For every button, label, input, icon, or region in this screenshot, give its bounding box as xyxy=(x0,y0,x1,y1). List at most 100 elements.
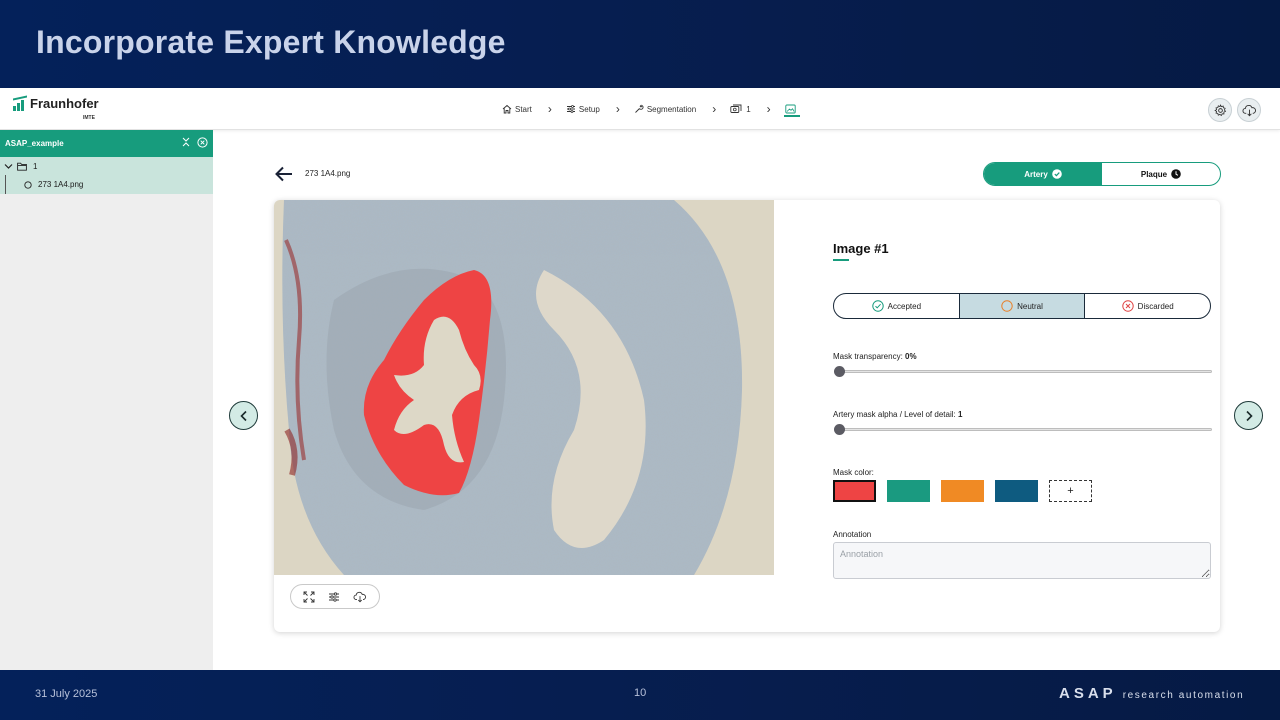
chevron-left-icon xyxy=(239,410,247,421)
app-topbar: Fraunhofer IMTE Start › Setup › Segmenta… xyxy=(0,88,1280,130)
close-circle-icon[interactable] xyxy=(197,137,208,148)
step-start[interactable]: Start xyxy=(502,88,532,130)
tree-file-label: 273 1A4.png xyxy=(38,180,84,189)
mask-transparency-slider[interactable] xyxy=(834,366,1212,378)
logo-subtitle: IMTE xyxy=(83,115,95,121)
cloud-download-icon xyxy=(1242,104,1256,116)
check-circle-icon xyxy=(1051,169,1062,179)
mask-transparency-value: 0% xyxy=(905,352,917,361)
status-accepted[interactable]: Accepted xyxy=(834,294,959,318)
stack-icon xyxy=(730,104,742,113)
toggle-plaque-label: Plaque xyxy=(1140,169,1168,179)
project-sidebar: ASAP_example 1 273 1A4.png xyxy=(0,130,213,670)
status-neutral-label: Neutral xyxy=(1017,301,1043,311)
fraunhofer-logo[interactable]: Fraunhofer xyxy=(13,95,99,111)
workflow-steps: Start › Setup › Segmentation › 1 › xyxy=(502,88,800,130)
slider-thumb[interactable] xyxy=(834,366,845,377)
settings-button[interactable] xyxy=(1208,98,1232,122)
microscopy-image[interactable] xyxy=(274,200,774,575)
tree-file-item[interactable]: 273 1A4.png xyxy=(0,175,213,194)
artery-alpha-label: Artery mask alpha / Level of detail: 1 xyxy=(833,410,962,419)
logo-name: Fraunhofer xyxy=(30,96,99,111)
mask-color-label: Mask color: xyxy=(833,468,874,477)
status-discarded[interactable]: Discarded xyxy=(1084,294,1210,318)
add-color-button[interactable]: + xyxy=(1049,480,1092,502)
fit-screen-icon[interactable] xyxy=(303,591,315,603)
step-segmentation[interactable]: Segmentation xyxy=(634,88,696,130)
artery-alpha-text: Artery mask alpha / Level of detail: xyxy=(833,410,958,419)
tree-folder-label: 1 xyxy=(33,161,38,171)
chevron-right-icon: › xyxy=(615,102,620,116)
mask-transparency-label: Mask transparency: 0% xyxy=(833,352,917,361)
artery-alpha-value: 1 xyxy=(957,410,963,419)
download-button[interactable] xyxy=(1237,98,1261,122)
circle-icon xyxy=(24,180,32,189)
image-toolbar xyxy=(290,584,380,609)
step-image-view[interactable] xyxy=(783,88,800,130)
step-setup-label: Setup xyxy=(578,104,600,114)
status-selector: Accepted Neutral Discarded xyxy=(833,293,1211,319)
arrow-left-icon xyxy=(275,166,292,182)
x-circle-icon xyxy=(1121,300,1134,312)
step-folder-1[interactable]: 1 xyxy=(730,88,751,130)
step-setup[interactable]: Setup xyxy=(566,88,600,130)
folder-icon xyxy=(17,162,27,171)
current-filename: 273 1A4.png xyxy=(305,169,351,178)
status-discarded-label: Discarded xyxy=(1137,301,1174,311)
slider-thumb[interactable] xyxy=(834,424,845,435)
status-neutral[interactable]: Neutral xyxy=(958,294,1085,318)
check-circle-icon xyxy=(871,300,884,312)
sliders-icon xyxy=(566,105,575,113)
fraunhofer-logo-icon xyxy=(13,95,27,111)
mask-transparency-text: Mask transparency: xyxy=(833,352,906,361)
asap-brand-logo: ASAP research automation xyxy=(1059,685,1244,702)
slide-title: Incorporate Expert Knowledge xyxy=(36,24,506,60)
wrench-icon xyxy=(634,104,644,113)
slider-track xyxy=(838,370,1212,373)
step-segmentation-label: Segmentation xyxy=(646,104,697,114)
project-header[interactable]: ASAP_example xyxy=(0,130,213,157)
chevron-right-icon xyxy=(1245,410,1253,421)
circle-icon xyxy=(1001,300,1013,312)
cloud-download-icon[interactable] xyxy=(353,591,367,603)
chevron-right-icon: › xyxy=(712,102,717,116)
slider-track xyxy=(838,428,1212,431)
tissue-section-image xyxy=(274,200,774,575)
chevron-right-icon: › xyxy=(547,102,552,116)
tree-folder-1[interactable]: 1 xyxy=(0,157,213,175)
image-icon xyxy=(784,104,796,114)
step-folder-label: 1 xyxy=(746,104,751,114)
color-swatch-blue[interactable] xyxy=(995,480,1038,502)
annotation-input[interactable] xyxy=(833,542,1211,579)
chevron-right-icon: › xyxy=(766,102,771,116)
back-button[interactable] xyxy=(274,165,294,188)
toggle-artery-label: Artery xyxy=(1024,169,1048,179)
color-swatch-orange[interactable] xyxy=(941,480,984,502)
next-image-button[interactable] xyxy=(1234,401,1263,430)
brand-main: ASAP xyxy=(1059,685,1117,702)
slide-date: 31 July 2025 xyxy=(35,688,98,700)
slide-header: Incorporate Expert Knowledge xyxy=(0,0,1280,88)
previous-image-button[interactable] xyxy=(229,401,258,430)
brand-sub: research automation xyxy=(1122,690,1245,701)
color-swatch-red[interactable] xyxy=(833,480,876,502)
mask-type-toggle: Artery Plaque xyxy=(983,162,1221,186)
gear-icon xyxy=(1213,103,1226,116)
toggle-artery[interactable]: Artery xyxy=(984,163,1102,185)
mask-color-swatches: + xyxy=(833,480,1092,502)
collapse-icon[interactable] xyxy=(181,137,191,147)
project-name: ASAP_example xyxy=(5,139,64,148)
image-title: Image #1 xyxy=(833,241,889,256)
toggle-plaque[interactable]: Plaque xyxy=(1102,163,1220,185)
adjust-icon[interactable] xyxy=(328,591,340,603)
artery-alpha-slider[interactable] xyxy=(834,424,1212,436)
clock-icon xyxy=(1171,169,1181,179)
home-icon xyxy=(502,104,512,114)
annotation-label: Annotation xyxy=(833,530,872,539)
step-start-label: Start xyxy=(515,104,532,114)
slide-page-number: 10 xyxy=(634,687,647,699)
chevron-down-icon xyxy=(4,163,13,169)
color-swatch-teal[interactable] xyxy=(887,480,930,502)
status-accepted-label: Accepted xyxy=(887,301,922,311)
title-underline xyxy=(833,259,849,261)
